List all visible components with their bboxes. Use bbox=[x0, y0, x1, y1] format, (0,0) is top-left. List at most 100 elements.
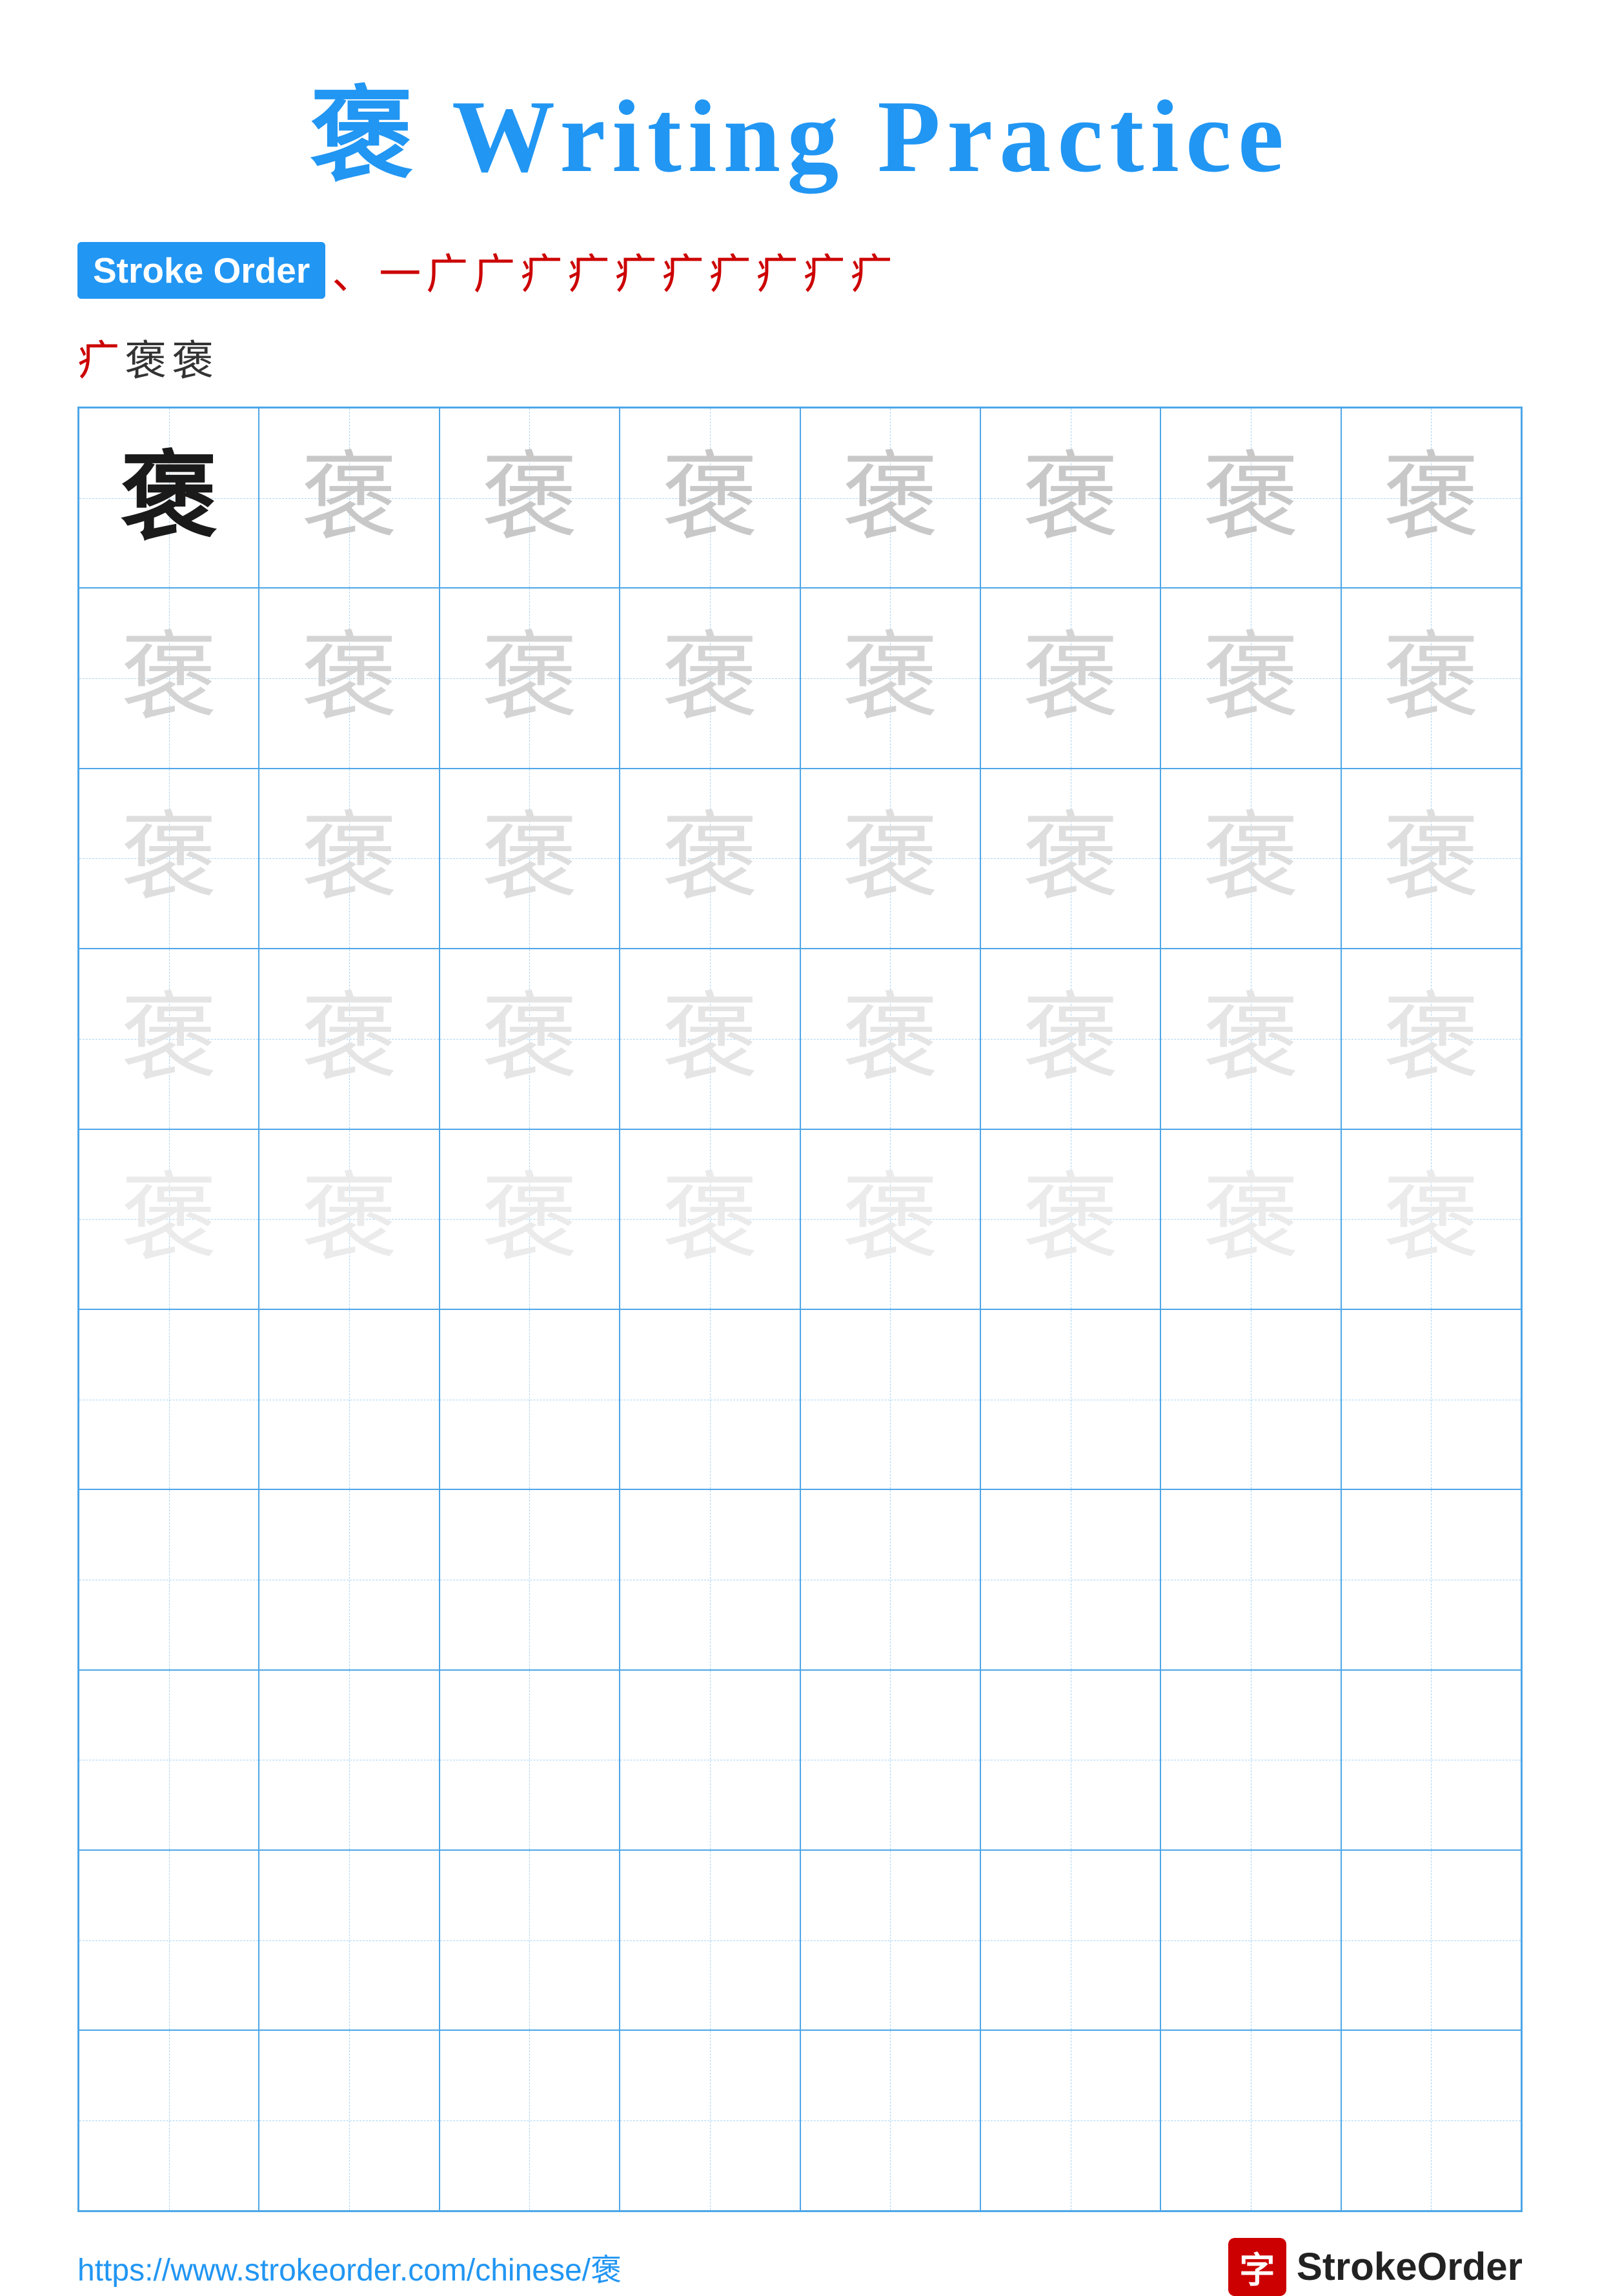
grid-cell-r8c8[interactable] bbox=[1341, 1670, 1521, 1850]
grid-cell-r9c4[interactable] bbox=[620, 1850, 800, 2030]
stroke-char-1: 、 bbox=[332, 240, 374, 301]
char-display: 褒 bbox=[842, 450, 938, 547]
char-display: 褒 bbox=[1382, 810, 1479, 907]
footer: https://www.strokeorder.com/chinese/褒 字 … bbox=[77, 2212, 1523, 2296]
char-display: 褒 bbox=[662, 450, 758, 547]
stroke-char-9: 疒 bbox=[709, 240, 751, 301]
grid-cell-r9c8[interactable] bbox=[1341, 1850, 1521, 2030]
grid-cell-r7c6[interactable] bbox=[980, 1489, 1160, 1669]
grid-cell-r10c6[interactable] bbox=[980, 2030, 1160, 2210]
logo-text: StrokeOrder bbox=[1297, 2244, 1523, 2289]
grid-cell-r4c6: 褒 bbox=[980, 949, 1160, 1129]
stroke-char-3: 广 bbox=[426, 240, 468, 301]
char-display: 褒 bbox=[1382, 1171, 1479, 1267]
grid-cell-r10c4[interactable] bbox=[620, 2030, 800, 2210]
grid-cell-r8c5[interactable] bbox=[800, 1670, 980, 1850]
grid-cell-r1c3: 褒 bbox=[440, 408, 620, 588]
char-display: 褒 bbox=[1022, 630, 1119, 727]
grid-cell-r9c6[interactable] bbox=[980, 1850, 1160, 2030]
page: 褒 Writing Practice Stroke Order 、 一 广 广 … bbox=[0, 0, 1600, 2264]
logo-char: 字 bbox=[1239, 2241, 1275, 2293]
grid-cell-r8c6[interactable] bbox=[980, 1670, 1160, 1850]
grid-cell-r5c2: 褒 bbox=[259, 1129, 439, 1309]
grid-cell-r7c5[interactable] bbox=[800, 1489, 980, 1669]
grid-cell-r3c7: 褒 bbox=[1160, 769, 1341, 949]
char-display: 褒 bbox=[1202, 1171, 1299, 1267]
grid-cell-r10c7[interactable] bbox=[1160, 2030, 1341, 2210]
grid-cell-r9c7[interactable] bbox=[1160, 1850, 1341, 2030]
grid-cell-r7c8[interactable] bbox=[1341, 1489, 1521, 1669]
char-display: 褒 bbox=[842, 630, 938, 727]
grid-cell-r1c6: 褒 bbox=[980, 408, 1160, 588]
grid-cell-r2c5: 褒 bbox=[800, 588, 980, 768]
grid-cell-r2c4: 褒 bbox=[620, 588, 800, 768]
grid-cell-r10c3[interactable] bbox=[440, 2030, 620, 2210]
grid-cell-r4c7: 褒 bbox=[1160, 949, 1341, 1129]
grid-cell-r8c2[interactable] bbox=[259, 1670, 439, 1850]
grid-cell-r9c5[interactable] bbox=[800, 1850, 980, 2030]
grid-cell-r4c4: 褒 bbox=[620, 949, 800, 1129]
grid-cell-r1c2: 褒 bbox=[259, 408, 439, 588]
stroke-char-8: 疒 bbox=[662, 240, 704, 301]
stroke-char-14: 褒 bbox=[125, 327, 167, 387]
grid-cell-r6c2[interactable] bbox=[259, 1309, 439, 1489]
grid-cell-r4c3: 褒 bbox=[440, 949, 620, 1129]
grid-cell-r1c5: 褒 bbox=[800, 408, 980, 588]
grid-cell-r6c6[interactable] bbox=[980, 1309, 1160, 1489]
grid-cell-r7c2[interactable] bbox=[259, 1489, 439, 1669]
grid-cell-r10c1[interactable] bbox=[79, 2030, 259, 2210]
char-display: 褒 bbox=[662, 1171, 758, 1267]
grid-cell-r6c1[interactable] bbox=[79, 1309, 259, 1489]
stroke-char-5: 疒 bbox=[520, 240, 562, 301]
grid-cell-r10c2[interactable] bbox=[259, 2030, 439, 2210]
grid-cell-r5c8: 褒 bbox=[1341, 1129, 1521, 1309]
stroke-char-2: 一 bbox=[379, 240, 421, 301]
grid-cell-r1c1: 褒 bbox=[79, 408, 259, 588]
grid-cell-r8c4[interactable] bbox=[620, 1670, 800, 1850]
char-display: 褒 bbox=[121, 1171, 218, 1267]
grid-cell-r1c7: 褒 bbox=[1160, 408, 1341, 588]
grid-cell-r5c6: 褒 bbox=[980, 1129, 1160, 1309]
char-display: 褒 bbox=[1382, 450, 1479, 547]
char-display: 褒 bbox=[842, 810, 938, 907]
grid-cell-r6c3[interactable] bbox=[440, 1309, 620, 1489]
stroke-char-11: 疒 bbox=[803, 240, 845, 301]
grid-cell-r5c3: 褒 bbox=[440, 1129, 620, 1309]
grid-cell-r4c8: 褒 bbox=[1341, 949, 1521, 1129]
grid-cell-r8c7[interactable] bbox=[1160, 1670, 1341, 1850]
char-display: 褒 bbox=[662, 810, 758, 907]
footer-logo: 字 StrokeOrder bbox=[1228, 2238, 1523, 2296]
grid-cell-r6c8[interactable] bbox=[1341, 1309, 1521, 1489]
char-display: 褒 bbox=[1202, 630, 1299, 727]
grid-cell-r7c3[interactable] bbox=[440, 1489, 620, 1669]
grid-cell-r5c4: 褒 bbox=[620, 1129, 800, 1309]
grid-cell-r1c4: 褒 bbox=[620, 408, 800, 588]
grid-cell-r6c4[interactable] bbox=[620, 1309, 800, 1489]
char-display: 褒 bbox=[1022, 810, 1119, 907]
stroke-char-7: 疒 bbox=[614, 240, 656, 301]
grid-cell-r5c7: 褒 bbox=[1160, 1129, 1341, 1309]
char-display: 褒 bbox=[301, 1171, 398, 1267]
grid-cell-r6c5[interactable] bbox=[800, 1309, 980, 1489]
char-display: 褒 bbox=[481, 991, 578, 1087]
grid-cell-r9c1[interactable] bbox=[79, 1850, 259, 2030]
grid-cell-r6c7[interactable] bbox=[1160, 1309, 1341, 1489]
grid-cell-r8c1[interactable] bbox=[79, 1670, 259, 1850]
char-display: 褒 bbox=[1022, 991, 1119, 1087]
grid-cell-r5c1: 褒 bbox=[79, 1129, 259, 1309]
practice-grid: 褒 褒 褒 褒 褒 褒 褒 褒 褒 褒 褒 bbox=[77, 407, 1523, 2212]
grid-cell-r7c7[interactable] bbox=[1160, 1489, 1341, 1669]
grid-cell-r2c2: 褒 bbox=[259, 588, 439, 768]
grid-cell-r8c3[interactable] bbox=[440, 1670, 620, 1850]
grid-cell-r9c2[interactable] bbox=[259, 1850, 439, 2030]
footer-url: https://www.strokeorder.com/chinese/褒 bbox=[77, 2244, 622, 2290]
grid-cell-r3c6: 褒 bbox=[980, 769, 1160, 949]
grid-cell-r3c8: 褒 bbox=[1341, 769, 1521, 949]
grid-cell-r3c4: 褒 bbox=[620, 769, 800, 949]
grid-cell-r7c4[interactable] bbox=[620, 1489, 800, 1669]
grid-cell-r7c1[interactable] bbox=[79, 1489, 259, 1669]
grid-cell-r9c3[interactable] bbox=[440, 1850, 620, 2030]
grid-cell-r3c5: 褒 bbox=[800, 769, 980, 949]
grid-cell-r10c8[interactable] bbox=[1341, 2030, 1521, 2210]
grid-cell-r10c5[interactable] bbox=[800, 2030, 980, 2210]
